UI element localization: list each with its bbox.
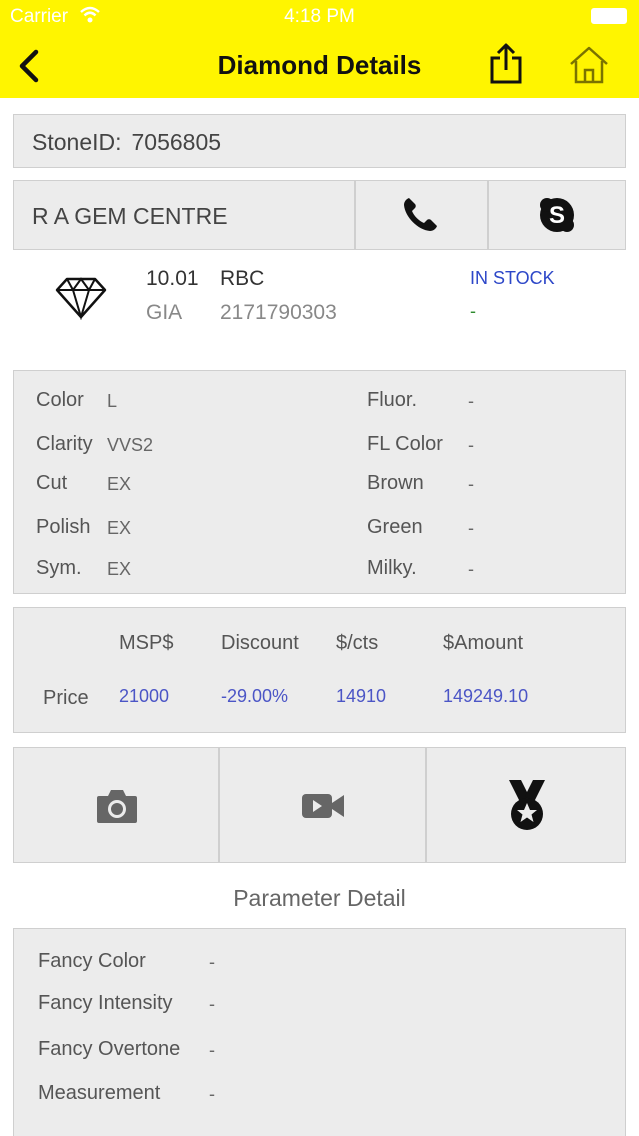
spec-label-milky: Milky.: [367, 557, 417, 579]
price-value-msp: 21000: [119, 686, 170, 706]
photo-button[interactable]: [13, 747, 219, 863]
param-label-fancy-overtone: Fancy Overtone: [38, 1038, 181, 1060]
spec-value-fluor: -: [468, 391, 474, 411]
medal-icon: [509, 780, 545, 830]
page-title: Diamond Details: [217, 50, 422, 80]
price-header-discount: Discount: [221, 632, 299, 654]
diamond-icon: [55, 277, 107, 320]
seller-name: R A GEM CENTRE: [13, 180, 355, 250]
spec-value-polish: EX: [107, 518, 132, 538]
spec-label-polish: Polish: [36, 516, 91, 538]
spec-label-color: Color: [36, 389, 84, 411]
price-header-per-carat: $/cts: [336, 632, 379, 654]
price-value-amount: 149249.10: [443, 686, 529, 706]
spec-value-green: -: [468, 518, 474, 538]
seller-name-text: R A GEM CENTRE: [32, 203, 228, 229]
certificate-number: 2171790303: [220, 301, 337, 324]
skype-button[interactable]: S: [488, 180, 626, 250]
battery-icon: [591, 8, 627, 24]
phone-icon: [404, 198, 437, 231]
price-row-label: Price: [43, 687, 89, 709]
clock: 4:18 PM: [284, 6, 355, 27]
spec-value-clarity: VVS2: [107, 435, 154, 455]
spec-label-brown: Brown: [367, 472, 424, 494]
price-value-discount: -29.00%: [221, 686, 289, 706]
spec-label-clarity: Clarity: [36, 433, 93, 455]
param-label-fancy-color: Fancy Color: [38, 950, 146, 972]
video-icon: [302, 794, 344, 818]
certificate-button[interactable]: [426, 747, 626, 863]
spec-label-cut: Cut: [36, 472, 68, 494]
param-value-fancy-intensity: -: [209, 994, 215, 1014]
home-icon[interactable]: [568, 44, 610, 86]
param-label-measurement: Measurement: [38, 1082, 161, 1104]
stone-id-value: 7056805: [131, 129, 222, 155]
price-table: MSP$ Discount $/cts $Amount Price 21000 …: [13, 607, 626, 733]
price-header-amount: $Amount: [443, 632, 524, 654]
param-label-fancy-intensity: Fancy Intensity: [38, 992, 173, 1014]
parameter-detail-panel: Fancy Color - Fancy Intensity - Fancy Ov…: [13, 928, 626, 1136]
param-value-fancy-overtone: -: [209, 1040, 215, 1060]
param-value-fancy-color: -: [209, 952, 215, 972]
svg-text:S: S: [549, 202, 565, 229]
param-value-measurement: -: [209, 1084, 215, 1104]
stone-id-label: StoneID:: [32, 129, 122, 155]
price-value-per-carat: 14910: [336, 686, 387, 706]
shape: RBC: [220, 267, 265, 290]
stone-summary: 10.01 RBC GIA 2171790303 IN STOCK -: [13, 252, 626, 362]
spec-label-fl-color: FL Color: [367, 433, 443, 455]
spec-value-symmetry: EX: [107, 559, 132, 579]
spec-label-symmetry: Sym.: [36, 557, 82, 579]
spec-label-fluor: Fluor.: [367, 389, 418, 411]
spec-panel: Color L Clarity VVS2 Cut EX Polish EX Sy…: [13, 370, 626, 594]
spec-value-cut: EX: [107, 474, 132, 494]
navigation-bar: Carrier 4:18 PM Diamond Details: [0, 0, 639, 98]
spec-label-green: Green: [367, 516, 423, 538]
spec-value-brown: -: [468, 474, 474, 494]
spec-value-fl-color: -: [468, 435, 474, 455]
lab: GIA: [146, 301, 183, 324]
spec-value-color: L: [107, 391, 118, 411]
skype-icon: S: [540, 198, 574, 232]
price-header-msp: MSP$: [119, 632, 174, 654]
carat: 10.01: [146, 267, 199, 290]
status-bar: Carrier 4:18 PM: [0, 0, 639, 34]
share-icon[interactable]: [488, 42, 524, 86]
parameter-detail-title: Parameter Detail: [233, 885, 406, 911]
availability-status: IN STOCK: [470, 268, 555, 288]
camera-icon: [97, 790, 137, 823]
call-button[interactable]: [355, 180, 488, 250]
spec-value-milky: -: [468, 559, 474, 579]
video-button[interactable]: [219, 747, 426, 863]
stone-id-row: StoneID: 7056805: [13, 114, 626, 168]
availability-detail: -: [470, 301, 476, 321]
